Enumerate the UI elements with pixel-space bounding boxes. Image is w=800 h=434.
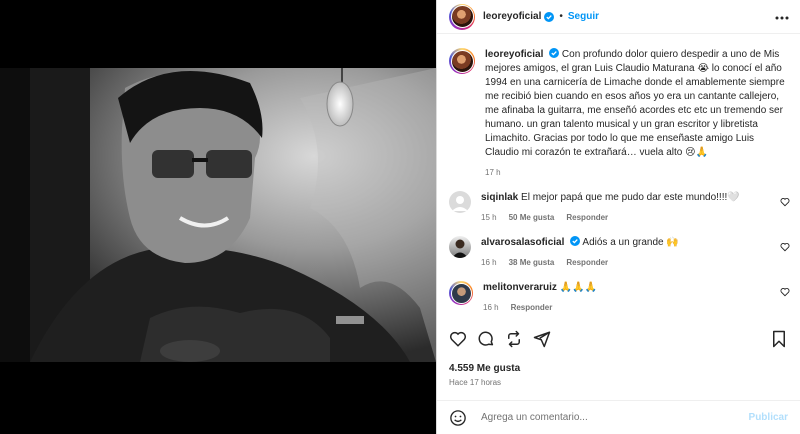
comment-item: melitonveraruiz 🙏🙏🙏 16 h Responder bbox=[437, 281, 800, 312]
comment-text: Adiós a un grande 🙌 bbox=[582, 237, 679, 248]
action-bar bbox=[449, 330, 788, 354]
post-photo[interactable] bbox=[0, 68, 436, 362]
post-view: leoreyoficial • Seguir leoreyoficial Con… bbox=[0, 0, 800, 434]
reply-button[interactable]: Responder bbox=[566, 258, 608, 267]
author-username[interactable]: leoreyoficial bbox=[483, 11, 541, 22]
heart-icon[interactable] bbox=[780, 197, 790, 207]
comment-text: 🙏🙏🙏 bbox=[559, 282, 598, 293]
likes-count[interactable]: 4.559 Me gusta bbox=[449, 363, 520, 374]
caption: leoreyoficial Con profundo dolor quiero … bbox=[437, 48, 800, 177]
verified-icon bbox=[570, 236, 581, 246]
photo-image bbox=[0, 68, 436, 362]
caption-avatar[interactable] bbox=[449, 48, 475, 74]
post-sidebar: leoreyoficial • Seguir leoreyoficial Con… bbox=[436, 0, 800, 434]
comments-area[interactable]: leoreyoficial Con profundo dolor quiero … bbox=[437, 40, 800, 320]
share-icon[interactable] bbox=[505, 330, 523, 348]
follow-button[interactable]: Seguir bbox=[568, 11, 599, 22]
heart-icon[interactable] bbox=[780, 242, 790, 252]
reply-button[interactable]: Responder bbox=[566, 213, 608, 222]
comment-likes[interactable]: 50 Me gusta bbox=[509, 213, 555, 222]
comment-item: siqinlak El mejor papá que me pudo dar e… bbox=[437, 191, 800, 222]
more-icon[interactable] bbox=[774, 10, 790, 26]
reply-button[interactable]: Responder bbox=[511, 303, 553, 312]
send-icon[interactable] bbox=[533, 330, 551, 348]
commenter-avatar[interactable] bbox=[449, 236, 471, 258]
comment-text: El mejor papá que me pudo dar este mundo… bbox=[521, 192, 740, 203]
verified-icon bbox=[544, 11, 555, 22]
post-comment-button[interactable]: Publicar bbox=[749, 412, 788, 423]
comment-time[interactable]: 16 h bbox=[481, 258, 497, 267]
separator-dot: • bbox=[559, 11, 563, 22]
commenter-avatar[interactable] bbox=[449, 191, 471, 213]
author-avatar[interactable] bbox=[449, 3, 475, 30]
comment-item: alvarosalasoficial Adiós a un grande 🙌 1… bbox=[437, 236, 800, 267]
commenter-avatar[interactable] bbox=[449, 281, 473, 305]
comment-time[interactable]: 16 h bbox=[483, 303, 499, 312]
caption-username[interactable]: leoreyoficial bbox=[485, 49, 543, 60]
post-time: Hace 17 horas bbox=[449, 378, 502, 387]
post-header: leoreyoficial • Seguir bbox=[437, 0, 800, 34]
like-heart-icon[interactable] bbox=[449, 330, 467, 348]
caption-text: Con profundo dolor quiero despedir a uno… bbox=[485, 49, 785, 158]
comment-username[interactable]: siqinlak bbox=[481, 192, 518, 203]
heart-icon[interactable] bbox=[780, 287, 790, 297]
emoji-icon[interactable] bbox=[449, 409, 467, 427]
verified-icon bbox=[549, 48, 560, 58]
comment-time[interactable]: 15 h bbox=[481, 213, 497, 222]
comment-likes[interactable]: 38 Me gusta bbox=[509, 258, 555, 267]
post-media bbox=[0, 0, 436, 434]
caption-time[interactable]: 17 h bbox=[485, 168, 501, 177]
comment-username[interactable]: alvarosalasoficial bbox=[481, 237, 564, 248]
comment-bar: Agrega un comentario... Publicar bbox=[437, 400, 800, 434]
comment-icon[interactable] bbox=[477, 330, 495, 348]
comment-input[interactable]: Agrega un comentario... bbox=[481, 412, 749, 423]
comment-username[interactable]: melitonveraruiz bbox=[483, 282, 557, 293]
bookmark-icon[interactable] bbox=[770, 330, 788, 348]
